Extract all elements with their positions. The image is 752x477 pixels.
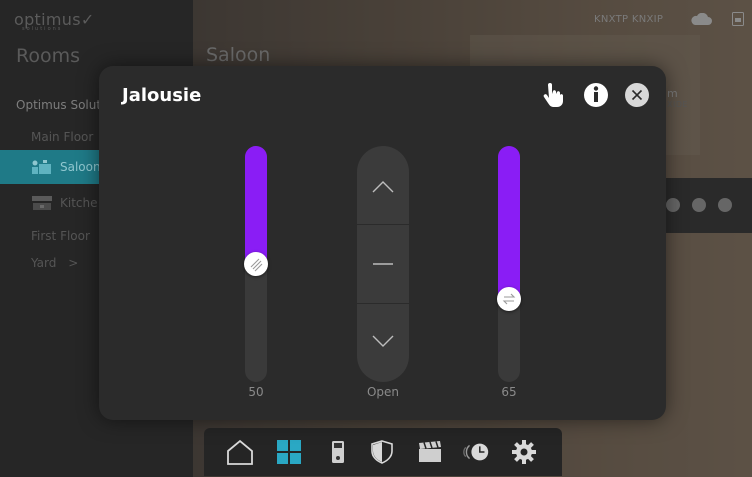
grid-icon xyxy=(277,440,301,464)
group-yard[interactable]: Yard > xyxy=(31,256,78,270)
chevron-up-icon[interactable] xyxy=(718,198,732,212)
home-icon xyxy=(227,439,253,465)
slat-angle-slider-fill xyxy=(498,146,520,299)
nav-rooms[interactable] xyxy=(275,438,303,466)
position-slider-fill xyxy=(245,146,267,264)
group-yard-label: Yard xyxy=(31,256,57,270)
timer-icon xyxy=(463,443,489,461)
security-icon xyxy=(371,440,393,464)
living-room-icon xyxy=(32,160,51,174)
slat-angle-slider-handle[interactable] xyxy=(497,287,521,311)
close-icon[interactable] xyxy=(624,82,650,108)
sidebar-item-label: Saloon xyxy=(60,160,101,174)
touch-icon[interactable] xyxy=(540,82,566,108)
chevron-down-icon[interactable] xyxy=(666,198,680,212)
nav-intercom[interactable] xyxy=(324,438,352,466)
rooms-title: Rooms xyxy=(16,45,81,67)
page-title: Saloon xyxy=(206,44,271,66)
sidebar-item-label: Kitche xyxy=(60,196,98,210)
nav-scenes[interactable] xyxy=(416,438,444,466)
connection-status: KNXTP KNXIP xyxy=(594,14,664,25)
chevron-up-icon xyxy=(372,181,394,193)
group-first-floor[interactable]: First Floor xyxy=(31,229,90,243)
logo-check-icon: ✓ xyxy=(80,10,95,29)
nav-settings[interactable] xyxy=(510,438,538,466)
scenes-icon xyxy=(419,441,441,462)
open-button[interactable] xyxy=(357,146,409,224)
chevron-down-icon xyxy=(372,335,394,347)
close-blind-button[interactable] xyxy=(357,304,409,382)
stop-icon xyxy=(373,263,393,265)
stop-icon[interactable] xyxy=(692,198,706,212)
position-slider[interactable] xyxy=(244,146,268,382)
slats-icon xyxy=(250,258,263,272)
logo: optimus✓ solutions xyxy=(14,10,95,32)
slat-angle-slider[interactable] xyxy=(497,146,521,382)
slat-angle-value: 65 xyxy=(501,385,517,399)
info-icon[interactable] xyxy=(583,82,609,108)
stop-button[interactable] xyxy=(357,225,409,303)
app-root: optimus✓ solutions Rooms Optimus Solutic… xyxy=(0,0,752,477)
cloud-icon[interactable] xyxy=(690,13,712,26)
blind-state: Open xyxy=(366,385,400,399)
org-name[interactable]: Optimus Solutic xyxy=(16,98,111,112)
bottom-nav xyxy=(204,428,562,476)
nav-home[interactable] xyxy=(226,438,254,466)
device-card-title: m xyxy=(667,87,678,100)
nav-security[interactable] xyxy=(368,438,396,466)
device-card-sub: XIDE xyxy=(667,100,689,109)
intercom-icon xyxy=(332,441,344,463)
menu-icon[interactable] xyxy=(732,12,744,26)
position-slider-handle[interactable] xyxy=(244,252,268,276)
swap-icon xyxy=(502,293,516,305)
nav-timers[interactable] xyxy=(463,438,491,466)
settings-icon xyxy=(512,440,536,464)
blind-control xyxy=(357,146,409,382)
device-card-behind: m XIDE xyxy=(667,87,689,110)
group-main-floor[interactable]: Main Floor xyxy=(31,130,93,144)
chevron-right-icon: > xyxy=(68,256,79,270)
jalousie-dialog: Jalousie 50 Open 65 xyxy=(99,66,666,420)
dialog-title: Jalousie xyxy=(122,85,202,106)
position-value: 50 xyxy=(248,385,264,399)
kitchen-icon xyxy=(32,196,52,210)
